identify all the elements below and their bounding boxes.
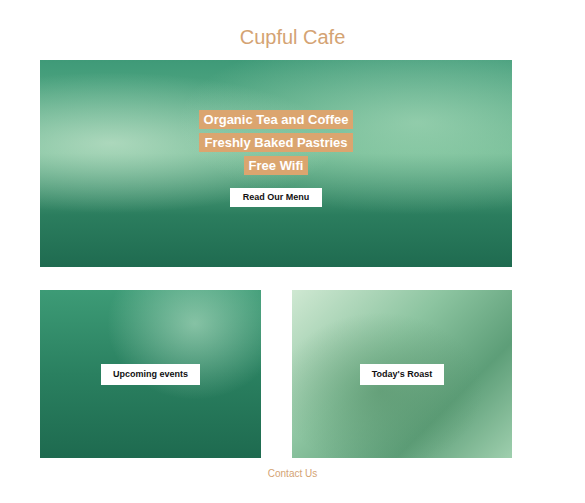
- feature-card[interactable]: Today's Roast: [292, 290, 512, 458]
- page: Cupful Cafe Organic Tea and Coffee Freshly…: [0, 0, 585, 480]
- site-title[interactable]: Cupful Cafe: [0, 0, 585, 60]
- card-grid: Upcoming events Today's Roast: [40, 290, 585, 458]
- card-button[interactable]: Today's Roast: [360, 364, 445, 385]
- hero-feature: Organic Tea and Coffee: [199, 110, 354, 129]
- hero-feature: Freshly Baked Pastries: [199, 133, 352, 152]
- contact-link[interactable]: Contact Us: [0, 468, 585, 480]
- hero-feature: Free Wifi: [244, 156, 309, 175]
- hero-banner: Organic Tea and Coffee Freshly Baked Past…: [40, 60, 512, 267]
- feature-card[interactable]: Upcoming events: [40, 290, 261, 458]
- card-button[interactable]: Upcoming events: [101, 364, 200, 385]
- menu-button[interactable]: Read Our Menu: [230, 188, 323, 207]
